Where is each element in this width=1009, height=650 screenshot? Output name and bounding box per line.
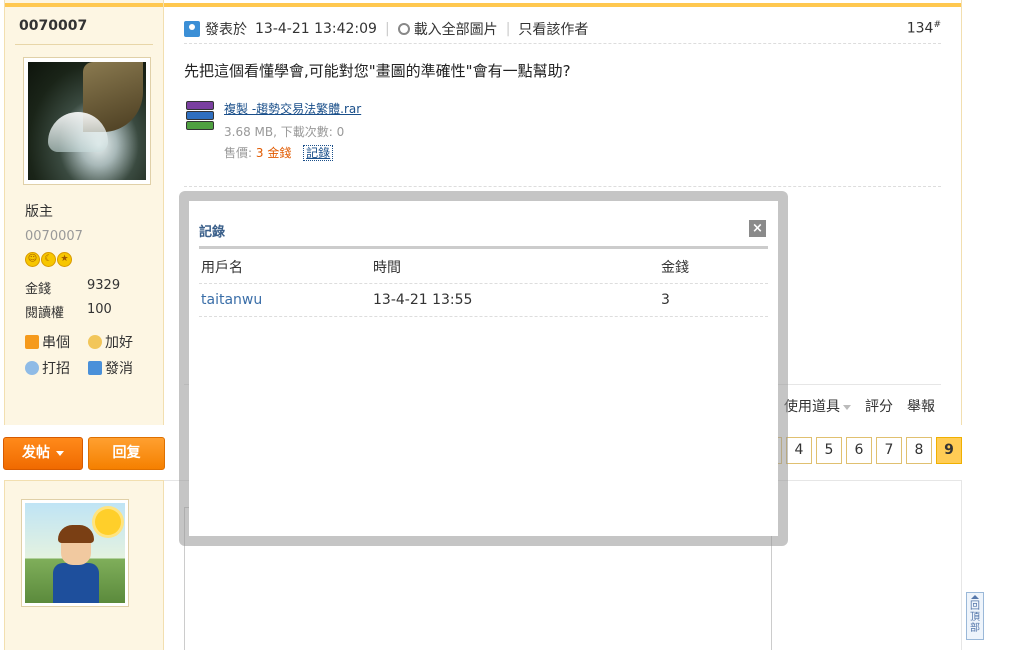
page: 0070007 版主 0070007 ☺ ☾ ★ 金錢 9329 閱讀權 100… [0,0,1009,650]
attachment-filename[interactable]: 複製 -趨勢交易法繁體.rar [224,100,361,117]
post-body: 先把這個看懂學會,可能對您"畫圖的準確性"會有一點幫助? [184,62,571,80]
floor-number[interactable]: 134# [907,20,941,37]
moon-icon: ☾ [41,252,56,267]
reply-author-sidebar [4,480,164,650]
reply-avatar[interactable] [21,499,129,607]
magnifier-icon [397,22,410,35]
sidebar-link-label: 加好 [105,335,133,351]
stat-read-permission: 閱讀權 100 [25,302,112,321]
record-link[interactable]: 記錄 [303,145,334,161]
use-tools-menu[interactable]: 使用道具 [784,396,851,416]
chat-icon [25,361,39,375]
smiley-icon: ☺ [25,252,40,267]
table-row: taitanwu 13-4-21 13:55 3 [199,284,768,317]
stat-money-value: 9329 [87,278,121,293]
chevron-down-icon [843,404,851,410]
sun-icon [95,509,121,535]
price-label: 售價: [224,146,253,160]
chevron-down-icon [56,450,64,456]
user-icon [184,20,200,37]
stat-money-label: 金錢 [25,282,52,297]
floor-value: 134 [906,20,934,37]
attachment: 複製 -趨勢交易法繁體.rar 3.68 MB, 下載次數: 0 售價: 3 金… [184,100,361,161]
price-value: 3 金錢 [255,146,292,160]
only-author-link[interactable]: 只看該作者 [518,19,588,39]
new-post-label: 发帖 [22,445,50,461]
dialog-title-rule [199,246,768,249]
sidebar-link-thread[interactable]: 串個 [25,332,70,352]
avatar-boy-image [25,503,125,603]
back-to-top-label: 回頂部 [970,601,980,634]
author-avatar[interactable] [23,57,151,185]
sidebar-link-label: 串個 [42,335,70,351]
dialog-title: 記錄 [199,225,226,240]
record-amount: 3 [661,292,670,308]
waterfall-image [28,62,146,180]
page-link[interactable]: 7 [876,437,902,464]
post-header: 發表於 13-4-21 13:42:09 | 載入全部圖片 | 只看該作者 13… [184,14,941,44]
stat-read-value: 100 [87,302,112,317]
arrow-up-icon [971,595,979,599]
attachment-size: 3.68 MB, 下載次數: 0 [224,125,345,139]
back-to-top-button[interactable]: 回頂部 [966,592,984,640]
header-separator: | [384,20,390,37]
stat-read-label: 閱讀權 [25,306,65,321]
load-images-link[interactable]: 載入全部圖片 [414,19,498,39]
floor-sup: # [933,20,941,31]
page-link[interactable]: 8 [906,437,932,464]
sidebar-link-greet[interactable]: 打招 [25,358,70,378]
stat-money: 金錢 9329 [25,278,120,297]
close-icon[interactable]: × [749,220,766,237]
sidebar-top-accent [5,3,163,7]
page-link[interactable]: 4 [786,437,812,464]
avatar-body [53,563,99,603]
rar-archive-icon [184,100,216,132]
sidebar-link-message[interactable]: 發消 [88,358,133,378]
record-time: 13-4-21 13:55 [373,292,473,308]
record-dialog: 記錄 × 用戶名 時間 金錢 taitanwu 13-4-21 13:55 3 [189,201,778,536]
avatar-hair [58,525,94,543]
page-link[interactable]: 6 [846,437,872,464]
record-user-link[interactable]: taitanwu [199,292,373,308]
post-top-accent [164,3,961,7]
post-divider [184,186,941,187]
attachment-info: 複製 -趨勢交易法繁體.rar 3.68 MB, 下載次數: 0 售價: 3 金… [224,100,361,161]
sidebar-link-add-friend[interactable]: 加好 [88,332,133,352]
star-icon: ★ [57,252,72,267]
attachment-price: 售價: 3 金錢 記錄 [224,144,361,161]
rank-medals: ☺ ☾ ★ [25,252,72,267]
sidebar-divider [15,44,153,45]
mail-icon [88,361,102,375]
post-author-sidebar: 0070007 版主 0070007 ☺ ☾ ★ 金錢 9329 閱讀權 100… [4,0,164,425]
table-header-row: 用戶名 時間 金錢 [199,251,768,284]
new-post-button[interactable]: 发帖 [3,437,83,470]
column-header-time: 時間 [373,260,401,276]
record-table: 用戶名 時間 金錢 taitanwu 13-4-21 13:55 3 [199,251,768,317]
home-icon [25,335,39,349]
sidebar-link-label: 發消 [105,361,133,377]
page-current: 9 [936,437,962,464]
posted-time: 13-4-21 13:42:09 [255,20,377,37]
header-separator: | [505,20,511,37]
user-group: 版主 [25,204,53,220]
record-dialog-overlay: 記錄 × 用戶名 時間 金錢 taitanwu 13-4-21 13:55 3 [179,191,788,546]
page-link[interactable]: 5 [816,437,842,464]
pagination: 4 5 6 7 8 9 [770,437,962,464]
report-button[interactable]: 舉報 [907,396,935,416]
handshake-icon [88,335,102,349]
column-header-amount: 金錢 [661,260,689,276]
use-tools-label: 使用道具 [784,399,840,415]
posted-label: 發表於 [205,21,247,38]
reply-button[interactable]: 回复 [88,437,165,470]
post-footer-actions: 使用道具 評分 舉報 [784,396,935,416]
rate-button[interactable]: 評分 [865,396,893,416]
custom-title: 0070007 [25,229,83,244]
sidebar-link-label: 打招 [42,361,70,377]
column-header-user: 用戶名 [201,260,243,276]
author-username[interactable]: 0070007 [19,18,87,34]
